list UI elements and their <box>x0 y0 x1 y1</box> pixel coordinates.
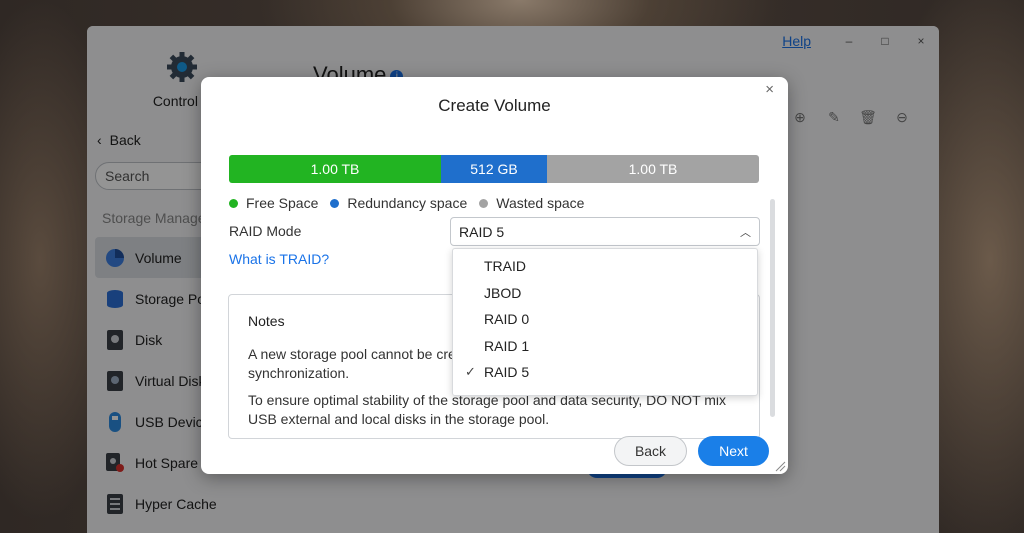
legend-label: Free Space <box>246 195 319 211</box>
chevron-up-icon: ︿ <box>740 227 751 239</box>
capacity-segment-redundancy: 512 GB <box>441 155 547 183</box>
legend-item: Free Space <box>229 195 318 211</box>
option-label: RAID 0 <box>484 311 530 328</box>
capacity-legend: Free Space Redundancy space Wasted space <box>229 195 584 211</box>
dropdown-option-raid1[interactable]: RAID 1 <box>453 333 757 360</box>
dropdown-option-jbod[interactable]: JBOD <box>453 280 757 307</box>
notes-text: synchronization. <box>248 365 350 381</box>
dialog-title: Create Volume <box>438 96 551 115</box>
next-button[interactable]: Next <box>698 436 769 466</box>
option-label: RAID 1 <box>484 337 530 354</box>
raid-mode-select[interactable]: RAID 5 ︿ <box>450 217 760 246</box>
create-volume-dialog: × Create Volume 1.00 TB 512 GB 1.00 TB F… <box>201 77 788 474</box>
capacity-segment-free: 1.00 TB <box>229 155 441 183</box>
raid-mode-dropdown: TRAID JBOD RAID 0 RAID 1 ✓ RAID 5 <box>452 248 758 396</box>
checkmark-icon: ✓ <box>465 364 476 379</box>
dropdown-option-raid5[interactable]: ✓ RAID 5 <box>453 359 757 386</box>
dropdown-option-traid[interactable]: TRAID <box>453 253 757 280</box>
resize-grip-icon[interactable] <box>774 460 786 472</box>
legend-item: Wasted space <box>479 195 584 211</box>
legend-item: Redundancy space <box>330 195 467 211</box>
capacity-bar: 1.00 TB 512 GB 1.00 TB <box>229 155 759 183</box>
back-button[interactable]: Back <box>614 436 687 466</box>
dialog-scrollbar[interactable] <box>770 199 775 417</box>
legend-label: Redundancy space <box>347 195 468 211</box>
capacity-segment-wasted: 1.00 TB <box>547 155 759 183</box>
notes-text: A new storage pool cannot be crea <box>248 346 464 362</box>
legend-label: Wasted space <box>496 195 585 211</box>
notes-paragraph: To ensure optimal stability of the stora… <box>248 392 727 427</box>
option-label: RAID 5 <box>484 364 530 381</box>
raid-mode-value: RAID 5 <box>459 224 505 240</box>
option-label: JBOD <box>484 284 522 301</box>
legend-dot-icon <box>330 198 340 208</box>
legend-dot-icon <box>229 198 238 208</box>
legend-dot-icon <box>479 198 489 208</box>
what-is-traid-link[interactable]: What is TRAID? <box>229 251 329 267</box>
option-label: TRAID <box>484 258 526 275</box>
raid-mode-label: RAID Mode <box>229 223 302 239</box>
dropdown-option-raid0[interactable]: RAID 0 <box>453 306 757 333</box>
